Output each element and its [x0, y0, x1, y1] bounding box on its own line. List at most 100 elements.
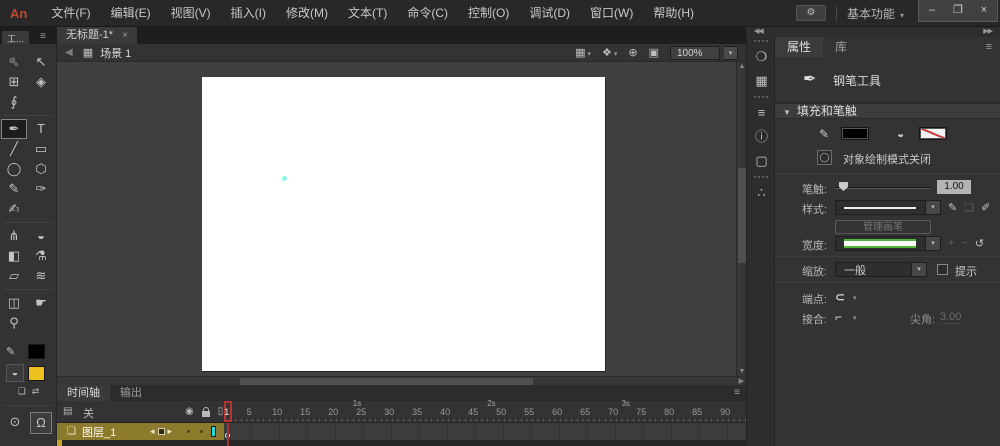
dock-grip[interactable]: [753, 96, 768, 99]
frame-ruler[interactable]: 1 5 10 15 20 25 30 35 40 45 50 55 60 65 70 75 80 85 90 1s 2s…: [224, 399, 746, 423]
zoom-dropdown-caret[interactable]: ▾: [724, 45, 738, 60]
layer-name[interactable]: 图层_1: [82, 424, 116, 440]
minimize-button[interactable]: –: [919, 0, 945, 21]
lasso-tool[interactable]: ∮: [1, 92, 27, 112]
chevron-down-icon[interactable]: ▾: [853, 314, 857, 322]
color-panel-icon[interactable]: ❍: [747, 45, 776, 69]
menu-item-window[interactable]: 窗口(W): [580, 0, 643, 27]
dock-grip[interactable]: [753, 40, 768, 43]
properties-panel-menu-icon[interactable]: ≡: [986, 41, 992, 53]
subselection-tool[interactable]: ↖: [1, 52, 27, 72]
menu-item-commands[interactable]: 命令(C): [397, 0, 458, 27]
free-transform-tool[interactable]: ⊞: [1, 72, 27, 92]
menu-item-help[interactable]: 帮助(H): [643, 0, 704, 27]
layer-visibility-dot[interactable]: [187, 430, 190, 433]
edit-symbols-button[interactable]: ❖ ▾: [602, 46, 617, 59]
tab-timeline[interactable]: 时间轴: [57, 385, 110, 401]
tab-library[interactable]: 库: [823, 37, 859, 57]
add-width-profile-icon[interactable]: +: [948, 237, 954, 250]
tools-panel-menu-icon[interactable]: ≡: [40, 31, 46, 42]
paint-bucket-tool[interactable]: ◒: [28, 226, 54, 246]
slider-thumb[interactable]: [839, 182, 848, 191]
gradient-transform-tool[interactable]: ◈: [28, 72, 54, 92]
rectangle-tool[interactable]: ▭: [28, 139, 54, 159]
tab-properties[interactable]: 属性: [775, 37, 824, 57]
layer-marker[interactable]: [157, 428, 165, 435]
default-colors[interactable]: ❏: [18, 384, 26, 398]
motion-presets-panel-icon[interactable]: ∴: [747, 181, 776, 205]
tools-panel-tab[interactable]: 工...: [2, 31, 29, 44]
pasteboard[interactable]: [57, 62, 736, 376]
stroke-color-swatch[interactable]: [841, 127, 869, 140]
timeline-panel-menu-icon[interactable]: ≡: [734, 387, 740, 398]
menu-item-debug[interactable]: 调试(D): [519, 0, 580, 27]
scale-dropdown[interactable]: 一般 ▾: [835, 262, 927, 277]
pencil-tool[interactable]: ✎: [1, 179, 27, 199]
center-frame-button[interactable]: ⊕: [628, 46, 637, 59]
hand-tool[interactable]: ☛: [28, 293, 54, 313]
width-profile-dropdown[interactable]: ▾: [835, 236, 941, 251]
fill-color-swatch[interactable]: [919, 127, 947, 140]
chevron-down-icon[interactable]: ▾: [925, 237, 940, 250]
layer-outline-color[interactable]: [211, 426, 216, 437]
hints-checkbox[interactable]: [937, 264, 948, 275]
menu-item-edit[interactable]: 编辑(E): [101, 0, 161, 27]
collapse-left-icon[interactable]: ◀◀: [754, 27, 764, 35]
stroke-color-swatch[interactable]: [28, 343, 45, 359]
fill-stroke-section-header[interactable]: ▼ 填充和笔触: [775, 103, 1000, 119]
layer-frames[interactable]: [224, 423, 746, 440]
eraser-tool[interactable]: ▱: [1, 266, 27, 286]
parent-view-icon[interactable]: ▤: [63, 406, 72, 417]
brush-library-icon[interactable]: ✐: [981, 201, 990, 214]
stroke-style-dropdown[interactable]: ▾: [835, 200, 941, 215]
sync-settings-button[interactable]: ⚙: [795, 5, 826, 21]
chevron-down-icon[interactable]: ▾: [853, 294, 857, 302]
clip-content-button[interactable]: ▣: [649, 46, 659, 59]
horizontal-scroll-thumb[interactable]: [240, 378, 533, 385]
menu-item-view[interactable]: 视图(V): [161, 0, 221, 27]
swatches-panel-icon[interactable]: ▦: [747, 69, 776, 93]
collapse-right-icon[interactable]: ▶▶: [983, 27, 993, 35]
lock-column-icon[interactable]: [201, 406, 210, 417]
layer-lock-dot[interactable]: [200, 430, 203, 433]
show-hide-column-icon[interactable]: ◉: [185, 406, 194, 417]
line-tool[interactable]: ╱: [1, 139, 27, 159]
vertical-scrollbar[interactable]: ▲ ▼: [736, 62, 746, 376]
info-panel-icon[interactable]: ⓘ: [747, 125, 776, 149]
align-panel-icon[interactable]: ≡: [747, 101, 776, 125]
zoom-tool[interactable]: ⚲: [1, 313, 27, 333]
document-tab[interactable]: 无标题-1* ×: [57, 27, 137, 44]
oval-tool[interactable]: ◯: [1, 159, 27, 179]
stroke-size-value[interactable]: 1.00: [937, 180, 971, 194]
delete-width-profile-icon[interactable]: −: [961, 237, 967, 250]
reset-width-profile-icon[interactable]: ↺: [975, 237, 984, 250]
tab-output[interactable]: 输出: [110, 385, 152, 401]
menu-item-text[interactable]: 文本(T): [338, 0, 397, 27]
horizontal-scrollbar[interactable]: ▶: [57, 376, 746, 385]
camera-tool[interactable]: ◫: [1, 293, 27, 313]
paint-brush-tool[interactable]: ✍: [1, 199, 27, 219]
selection-tool[interactable]: ↖: [28, 52, 54, 72]
zoom-level-field[interactable]: 100%: [670, 45, 720, 60]
menu-item-modify[interactable]: 修改(M): [276, 0, 338, 27]
menu-item-file[interactable]: 文件(F): [41, 0, 100, 27]
layer-prev[interactable]: ◂: [150, 426, 155, 437]
polystar-tool[interactable]: ⬡: [28, 159, 54, 179]
dock-grip[interactable]: [753, 176, 768, 179]
close-button[interactable]: ×: [971, 0, 997, 21]
stroke-style-copy-icon[interactable]: ❏: [964, 201, 974, 214]
fill-color-swatch[interactable]: [28, 365, 45, 381]
cap-style-icon[interactable]: ⊂: [835, 290, 845, 304]
back-arrow-icon[interactable]: ◀: [65, 47, 73, 58]
object-drawing-toggle[interactable]: ⊙: [4, 412, 26, 434]
snap-to-objects-toggle[interactable]: Ω: [30, 412, 52, 434]
workspace-switcher[interactable]: 基本功能 ▾: [847, 5, 904, 22]
section-collapse-icon[interactable]: ▼: [783, 108, 791, 117]
ink-bottle-tool[interactable]: ◧: [1, 246, 27, 266]
edit-scene-button[interactable]: ▦ ▾: [575, 46, 591, 59]
parent-view-label[interactable]: 关: [83, 405, 94, 421]
menu-item-control[interactable]: 控制(O): [458, 0, 519, 27]
layer-next[interactable]: ▸: [168, 426, 173, 437]
close-icon[interactable]: ×: [122, 30, 128, 41]
miter-value[interactable]: 3.00: [940, 311, 962, 324]
